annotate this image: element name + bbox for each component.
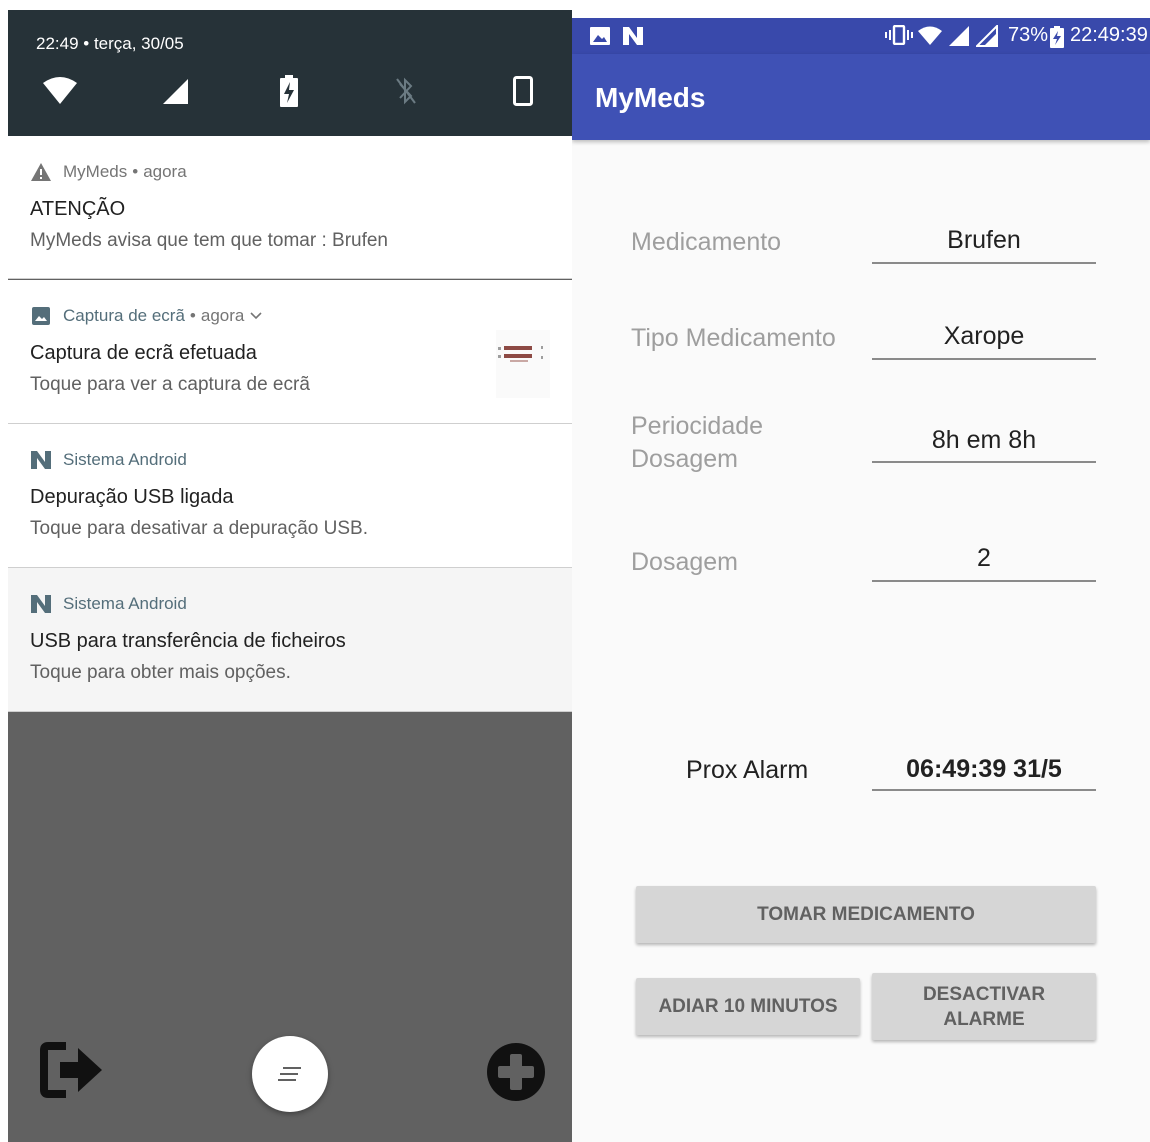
notification-shade: 22:49 • terça, 30/05 MyMeds • agora ATEN…	[8, 10, 572, 1142]
notification-text: Toque para ver a captura de ecrã	[30, 374, 310, 395]
notification-mymeds[interactable]: MyMeds • agora ATENÇÃO MyMeds avisa que …	[8, 136, 572, 279]
mymeds-app: 73% 22:49:39 MyMeds Medicamento Brufen T…	[572, 18, 1150, 1142]
periodicidade-label-line2: Dosagem	[631, 445, 738, 473]
prox-alarm-underline	[872, 789, 1096, 791]
desactivar-alarme-button[interactable]: DESACTIVAR ALARME	[872, 973, 1096, 1040]
notification-app-name: MyMeds	[63, 162, 128, 181]
screenshot-thumbnail[interactable]	[496, 330, 550, 398]
phone-rotation-icon[interactable]	[511, 74, 535, 108]
periodicidade-label: Periocidade Dosagem	[631, 410, 763, 476]
medicamento-underline	[872, 262, 1096, 264]
desactivar-label-line2: ALARME	[943, 1008, 1025, 1030]
notification-usb-debug[interactable]: Sistema Android Depuração USB ligada Toq…	[8, 424, 572, 568]
notification-header: Sistema Android	[30, 450, 187, 470]
bluetooth-off-icon[interactable]	[393, 74, 419, 108]
battery-percentage: 73%	[1008, 24, 1049, 46]
shade-datetime: 22:49 • terça, 30/05	[36, 34, 184, 53]
separator-dot: •	[189, 306, 196, 325]
periodicidade-label-line1: Periocidade	[631, 412, 764, 440]
quick-settings-header: 22:49 • terça, 30/05	[8, 10, 572, 136]
add-icon[interactable]	[486, 1042, 546, 1102]
prox-alarm-label: Prox Alarm	[686, 756, 809, 784]
notification-time: agora	[200, 306, 245, 325]
periodicidade-value[interactable]: 8h em 8h	[872, 426, 1096, 455]
notification-title: Captura de ecrã efetuada	[30, 342, 257, 364]
chevron-down-icon[interactable]	[250, 312, 262, 320]
medicamento-value[interactable]: Brufen	[872, 226, 1096, 255]
cell-signal-icon[interactable]	[158, 74, 192, 108]
app-title: MyMeds	[595, 82, 706, 113]
notification-header: Sistema Android	[30, 594, 187, 614]
app-bar: MyMeds	[572, 54, 1150, 140]
notification-title: USB para transferência de ficheiros	[30, 630, 346, 652]
notification-time: agora	[143, 162, 187, 181]
notification-title: Depuração USB ligada	[30, 486, 234, 508]
android-n-icon	[30, 594, 52, 614]
desactivar-label-line1: DESACTIVAR	[922, 983, 1046, 1005]
exit-icon[interactable]	[40, 1040, 106, 1100]
cell-signal-icon	[948, 25, 970, 47]
notification-title: ATENÇÃO	[30, 198, 126, 220]
notification-header: MyMeds • agora	[30, 162, 187, 182]
tipo-medicamento-label: Tipo Medicamento	[631, 324, 836, 352]
cell-signal-icon	[976, 25, 998, 47]
prox-alarm-value: 06:49:39 31/5	[906, 755, 1062, 783]
periodicidade-underline	[872, 461, 1096, 463]
tipo-medicamento-underline	[872, 358, 1096, 360]
notification-text: Toque para desativar a depuração USB.	[30, 518, 368, 539]
wifi-icon[interactable]	[40, 74, 80, 108]
gallery-icon	[590, 27, 610, 45]
notification-screenshot[interactable]: Captura de ecrã • agora Captura de ecrã …	[8, 280, 572, 424]
adiar-10-minutos-button[interactable]: ADIAR 10 MINUTOS	[636, 978, 860, 1035]
battery-charging-icon[interactable]	[276, 74, 302, 108]
status-time: 22:49:39	[1070, 24, 1148, 46]
dosagem-label: Dosagem	[631, 548, 738, 576]
status-bar: 73% 22:49:39	[572, 18, 1150, 54]
dosagem-value[interactable]: 2	[872, 544, 1096, 573]
notification-app-name: Captura de ecrã	[63, 306, 185, 325]
notification-app-name: Sistema Android	[63, 594, 187, 613]
image-icon	[30, 306, 52, 326]
dosagem-underline	[872, 580, 1096, 582]
notification-usb-transfer[interactable]: Sistema Android USB para transferência d…	[8, 568, 572, 712]
separator-dot: •	[132, 162, 139, 181]
notification-header: Captura de ecrã • agora	[30, 306, 262, 326]
medicamento-label: Medicamento	[631, 228, 782, 256]
tomar-medicamento-button[interactable]: TOMAR MEDICAMENTO	[636, 886, 1096, 943]
android-n-icon	[30, 450, 52, 470]
notes-icon[interactable]	[252, 1036, 328, 1112]
notification-text: Toque para obter mais opções.	[30, 662, 291, 683]
battery-charging-icon	[1050, 26, 1064, 48]
wifi-icon	[918, 26, 942, 46]
notification-text: MyMeds avisa que tem que tomar : Brufen	[30, 230, 388, 251]
warning-icon	[30, 162, 52, 182]
vibrate-icon	[885, 25, 913, 45]
tipo-medicamento-value[interactable]: Xarope	[872, 322, 1096, 351]
android-n-icon	[622, 27, 644, 45]
notification-app-name: Sistema Android	[63, 450, 187, 469]
